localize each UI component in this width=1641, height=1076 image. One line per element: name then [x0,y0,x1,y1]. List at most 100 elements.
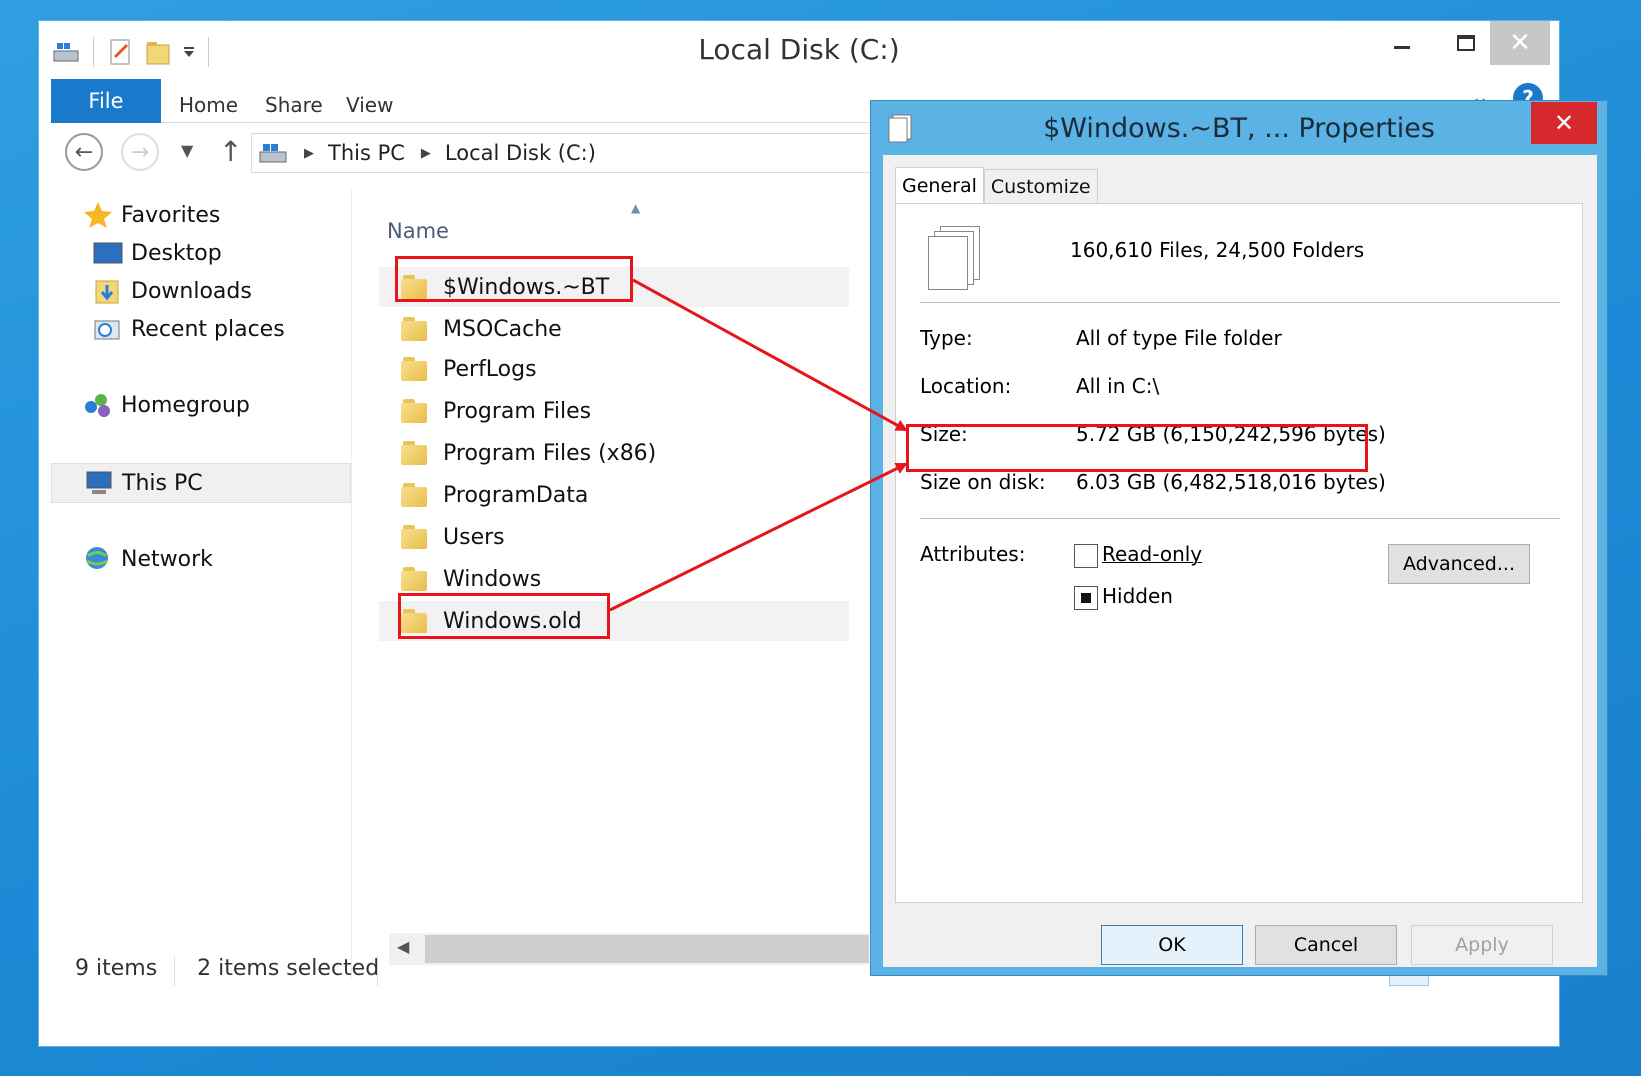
dialog-title: $Windows.~BT, ... Properties [1043,113,1435,144]
file-name: Users [443,524,505,550]
readonly-checkbox[interactable] [1074,544,1098,568]
folder-icon [401,567,429,591]
breadcrumb-local-disk[interactable]: Local Disk (C:) [445,141,596,165]
nav-favorites[interactable]: Favorites [83,197,220,233]
ok-button[interactable]: OK [1101,925,1243,965]
highlight-box-size [906,424,1368,472]
arrow-left-icon: ← [74,139,94,165]
nav-network-label: Network [121,546,213,572]
selection-count: 2 items selected [197,956,380,981]
hidden-label[interactable]: Hidden [1102,584,1173,608]
recent-locations-icon[interactable]: ▼ [181,141,193,160]
recent-places-icon [93,315,123,343]
file-name: Windows [443,566,542,592]
folder-icon [401,399,429,423]
file-name: ProgramData [443,482,589,508]
folder-icon [401,483,429,507]
tab-view[interactable]: View [346,93,393,117]
nav-this-pc[interactable]: This PC [51,463,351,503]
dialog-body: General Customize 160,610 Files, 24,500 … [883,155,1597,967]
file-list: ▲ Name $Windows.~BT MSOCache PerfLogs Pr… [369,189,849,949]
close-icon: ✕ [1509,28,1531,58]
properties-dialog: $Windows.~BT, ... Properties ✕ General C… [870,100,1608,976]
nav-recent-places-label: Recent places [131,316,285,342]
nav-downloads-label: Downloads [131,278,252,304]
desktop-icon [93,239,123,267]
tab-customize[interactable]: Customize [983,169,1098,203]
readonly-label[interactable]: Read-only [1102,542,1202,566]
tab-general[interactable]: General [895,167,984,203]
folder-icon [401,525,429,549]
size-on-disk-label: Size on disk: [920,470,1046,494]
computer-icon [84,469,114,497]
column-header-name[interactable]: Name [387,219,449,243]
nav-desktop-label: Desktop [131,240,222,266]
pane-divider[interactable] [351,189,352,979]
dialog-tabs: General Customize [895,167,1098,203]
tab-file[interactable]: File [51,79,161,123]
network-icon [83,545,113,573]
maximize-button[interactable] [1435,21,1497,65]
hidden-checkbox[interactable] [1074,586,1098,610]
navigation-pane: Favorites Desktop Downloads Recent place… [51,189,351,989]
up-arrow-icon[interactable]: ↑ [219,135,242,168]
status-bar: 9 items 2 items selected [75,956,379,981]
tab-home[interactable]: Home [179,93,238,117]
sort-ascending-icon: ▲ [631,201,641,215]
file-name: PerfLogs [443,356,537,382]
close-button[interactable]: ✕ [1490,21,1550,65]
breadcrumb-chevron-icon[interactable]: ▶ [304,146,314,161]
window-title: Local Disk (C:) [698,33,900,66]
file-name: Program Files (x86) [443,440,657,466]
apply-button[interactable]: Apply [1411,925,1553,965]
separator [920,302,1560,303]
breadcrumb-chevron-icon[interactable]: ▶ [421,146,431,161]
nav-desktop[interactable]: Desktop [93,235,222,271]
general-tab-panel: 160,610 Files, 24,500 Folders Type: All … [895,203,1583,903]
title-bar: Local Disk (C:) ✕ [39,21,1559,79]
star-icon [83,201,113,229]
horizontal-scrollbar[interactable]: ◀ [389,933,869,965]
file-row[interactable]: Users [379,517,849,557]
cancel-button[interactable]: Cancel [1255,925,1397,965]
location-value: All in C:\ [1076,374,1160,398]
scrollbar-thumb[interactable] [425,935,869,963]
nav-recent-places[interactable]: Recent places [93,311,285,347]
type-label: Type: [920,326,973,350]
homegroup-icon [83,391,113,419]
location-label: Location: [920,374,1012,398]
forward-button[interactable]: → [121,133,159,171]
nav-network[interactable]: Network [83,541,213,577]
item-count: 9 items [75,956,158,981]
file-row[interactable]: Program Files (x86) [379,433,849,473]
file-row[interactable]: MSOCache [379,309,849,349]
file-row[interactable]: Program Files [379,391,849,431]
file-name: MSOCache [443,316,562,342]
back-button[interactable]: ← [65,133,103,171]
folder-icon [401,317,429,341]
size-on-disk-value: 6.03 GB (6,482,518,016 bytes) [1076,470,1386,494]
type-value: All of type File folder [1076,326,1282,350]
nav-homegroup[interactable]: Homegroup [83,387,250,423]
attributes-label: Attributes: [920,542,1026,566]
file-folder-summary: 160,610 Files, 24,500 Folders [1070,238,1365,262]
status-divider [174,956,175,986]
nav-this-pc-label: This PC [122,470,203,496]
nav-homegroup-label: Homegroup [121,392,250,418]
drive-icon [258,142,290,164]
multiple-files-icon [926,226,982,292]
arrow-right-icon: → [130,139,150,165]
scroll-left-icon[interactable]: ◀ [397,937,409,956]
nav-favorites-label: Favorites [121,202,221,228]
dialog-close-button[interactable]: ✕ [1531,102,1597,144]
folder-icon [401,441,429,465]
advanced-button[interactable]: Advanced... [1388,544,1530,584]
file-row[interactable]: PerfLogs [379,349,849,389]
nav-downloads[interactable]: Downloads [93,273,252,309]
file-row[interactable]: ProgramData [379,475,849,515]
downloads-folder-icon [93,277,123,305]
close-icon: ✕ [1553,109,1575,137]
breadcrumb-this-pc[interactable]: This PC [328,141,405,165]
minimize-button[interactable] [1371,21,1433,65]
tab-share[interactable]: Share [265,93,323,117]
